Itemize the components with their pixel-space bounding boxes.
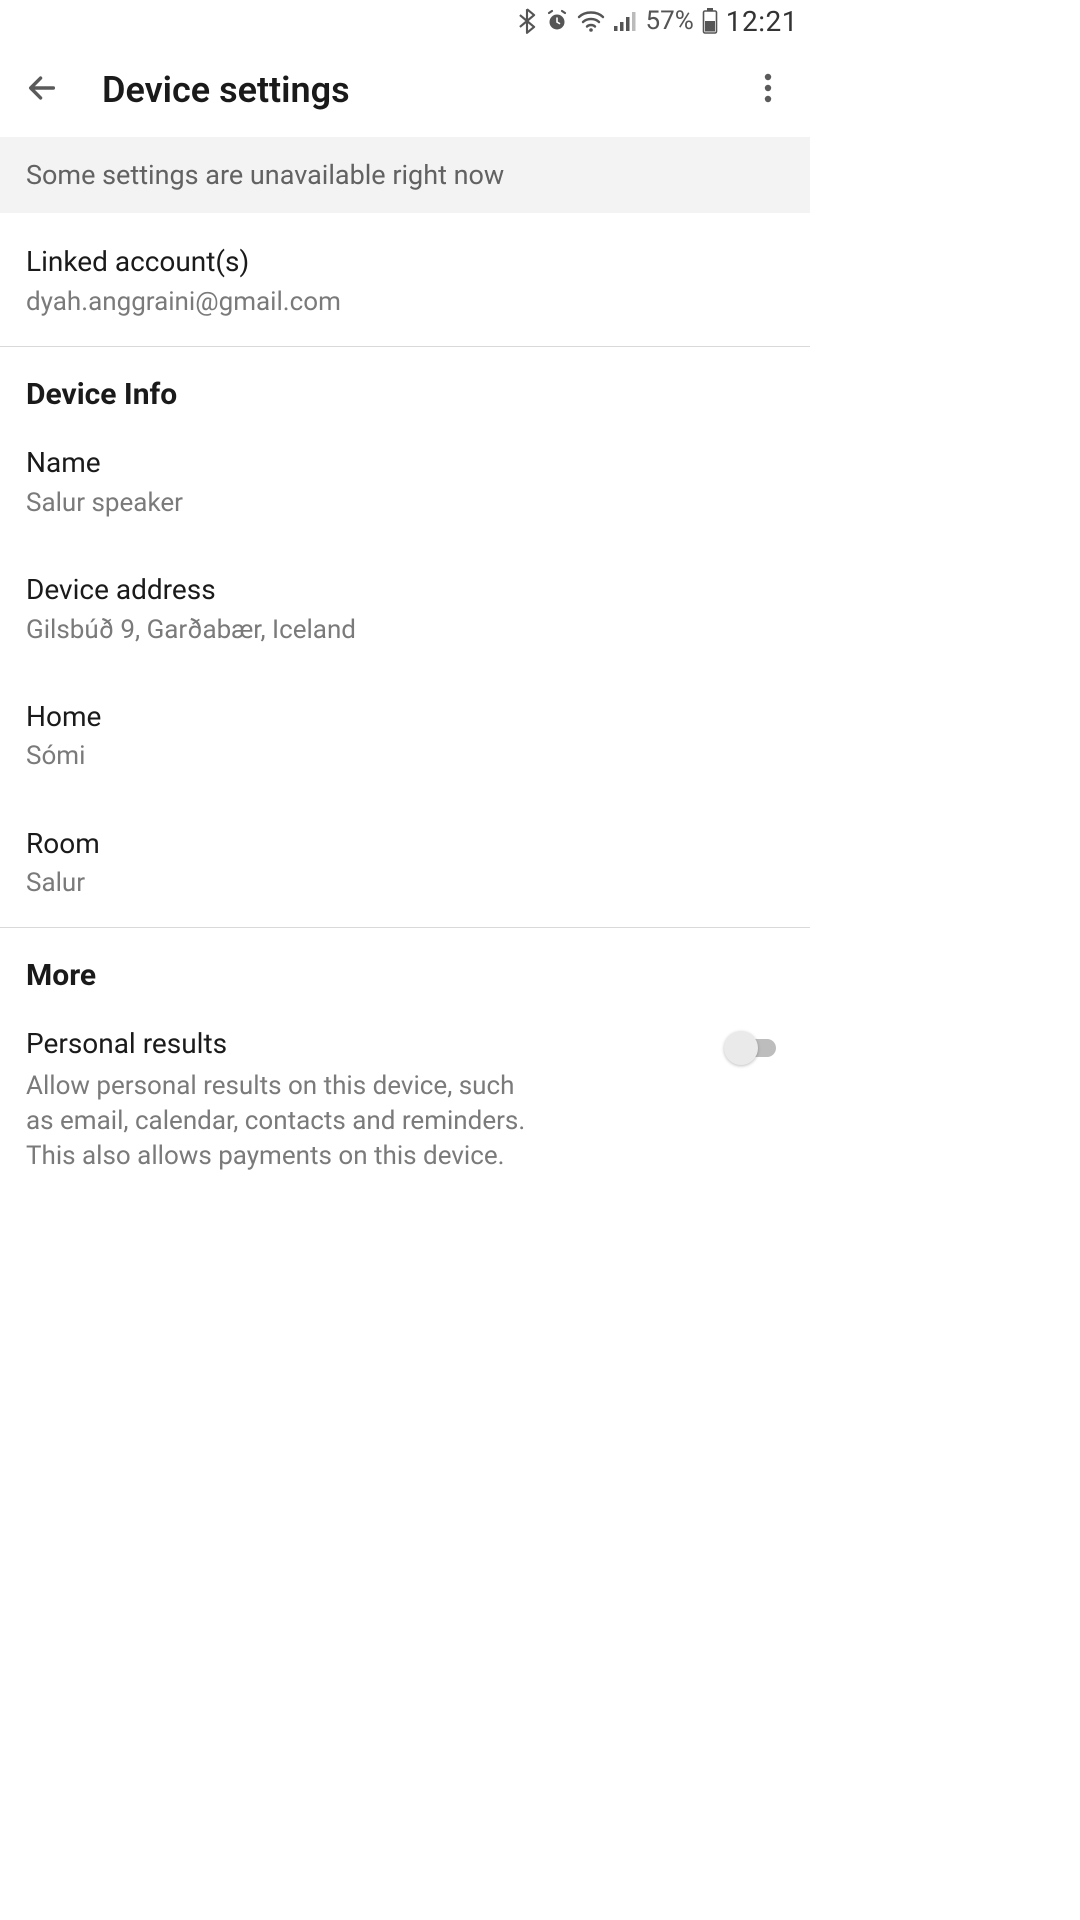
clock-time: 12:21 bbox=[726, 5, 798, 38]
arrow-left-icon bbox=[25, 71, 59, 109]
device-address-value: Gilsbúð 9, Garðabær, Iceland bbox=[26, 613, 784, 648]
device-room-label: Room bbox=[26, 825, 784, 863]
wifi-icon bbox=[577, 10, 605, 32]
personal-results-label: Personal results bbox=[26, 1025, 706, 1063]
battery-icon bbox=[702, 8, 718, 34]
signal-icon bbox=[613, 10, 637, 32]
more-vert-icon bbox=[764, 73, 772, 107]
personal-results-toggle[interactable] bbox=[724, 1031, 784, 1067]
device-address-item[interactable]: Device address Gilsbúð 9, Garðabær, Icel… bbox=[0, 547, 810, 674]
personal-results-desc: Allow personal results on this device, s… bbox=[26, 1069, 546, 1174]
linked-accounts-value: dyah.anggraini@gmail.com bbox=[26, 285, 784, 320]
section-heading-device-info: Device Info bbox=[0, 347, 810, 420]
device-home-label: Home bbox=[26, 698, 784, 736]
device-room-item[interactable]: Room Salur bbox=[0, 801, 810, 928]
device-address-label: Device address bbox=[26, 571, 784, 609]
linked-accounts-label: Linked account(s) bbox=[26, 243, 784, 281]
device-name-value: Salur speaker bbox=[26, 486, 784, 521]
personal-results-item[interactable]: Personal results Allow personal results … bbox=[0, 1001, 810, 1200]
bluetooth-icon bbox=[517, 8, 537, 34]
page-title: Device settings bbox=[102, 69, 738, 111]
info-banner: Some settings are unavailable right now bbox=[0, 137, 810, 213]
device-home-value: Sómi bbox=[26, 739, 784, 774]
linked-accounts-item[interactable]: Linked account(s) dyah.anggraini@gmail.c… bbox=[0, 213, 810, 346]
app-bar: Device settings bbox=[0, 42, 810, 137]
device-name-item[interactable]: Name Salur speaker bbox=[0, 420, 810, 547]
alarm-icon bbox=[545, 9, 569, 33]
device-room-value: Salur bbox=[26, 866, 784, 901]
status-bar: 57% 12:21 bbox=[0, 0, 810, 42]
battery-percent: 57% bbox=[645, 6, 693, 36]
section-heading-more: More bbox=[0, 928, 810, 1001]
back-button[interactable] bbox=[12, 60, 72, 120]
device-name-label: Name bbox=[26, 444, 784, 482]
device-home-item[interactable]: Home Sómi bbox=[0, 674, 810, 801]
overflow-menu-button[interactable] bbox=[738, 60, 798, 120]
switch-thumb bbox=[724, 1031, 758, 1065]
